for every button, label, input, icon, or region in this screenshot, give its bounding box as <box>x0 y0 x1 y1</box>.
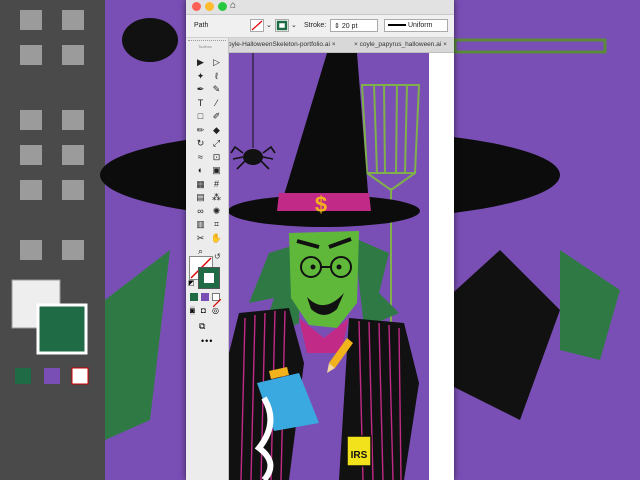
close-window-button[interactable] <box>192 2 201 11</box>
stroke-weight-field[interactable]: ⇕ 20 pt <box>330 19 378 32</box>
witch-illustration: $ IRS <box>229 53 454 480</box>
stroke-profile-dropdown[interactable]: Uniform <box>384 19 448 32</box>
screen-mode-icon[interactable]: ⧉ <box>199 321 205 332</box>
stroke-color-dropdown[interactable] <box>275 19 289 32</box>
close-tab-icon[interactable]: × <box>332 41 336 48</box>
warp-tool[interactable]: ≈ <box>194 151 207 164</box>
tab-papyrus-halloween[interactable]: × coyle_papyrus_halloween.ai × <box>354 41 447 48</box>
magic-wand-tool[interactable]: ✦ <box>194 70 207 83</box>
hatband-dollar-sign: $ <box>315 192 327 217</box>
scale-tool[interactable]: ⤢ <box>210 137 223 150</box>
no-fill-icon <box>251 20 263 31</box>
lasso-tool[interactable]: ℓ <box>210 70 223 83</box>
selection-tool[interactable]: ▶ <box>194 56 207 69</box>
close-tab-icon[interactable]: × <box>354 41 358 48</box>
stepper-icon[interactable]: ⇕ <box>334 23 340 30</box>
line-tool[interactable]: ⁄ <box>210 97 223 110</box>
eraser-tool[interactable]: ◆ <box>210 124 223 137</box>
tab-halloween-skeleton[interactable]: oyle-HalloweenSkeleton-portfolio.ai × <box>228 41 336 48</box>
paintbrush-tool[interactable]: ✐ <box>210 110 223 123</box>
shape-builder-tool[interactable]: ◐ <box>194 164 207 177</box>
home-icon[interactable]: ⌂ <box>230 0 236 11</box>
draw-inside-icon[interactable]: ◎ <box>212 306 219 315</box>
stroke-profile-line-icon <box>388 24 406 27</box>
column-graph-tool[interactable]: ▥ <box>194 218 207 231</box>
close-tab-icon[interactable]: × <box>443 41 447 48</box>
slice-tool[interactable]: ✂ <box>194 232 207 245</box>
swap-fill-stroke-icon[interactable]: ↺ <box>214 252 221 261</box>
stroke-swatch-icon <box>276 20 288 31</box>
eyedropper-tool[interactable]: ⁂ <box>210 191 223 204</box>
tab-label: coyle_papyrus_halloween.ai <box>359 41 442 48</box>
tools-panel: Toolbox ▶ ▷ ✦ ℓ ✒ ✎ T ⁄ □ ✐ ✏ ◆ ↻ ⤢ ≈ ⊡ ◐ ▣ ▦ # ▤ ⁂ ∞ ✺ ▥ ⌗ ✂ ✋ ⌕ ↺ … <box>186 38 229 480</box>
default-colors-icon[interactable]: ◩ <box>188 279 195 287</box>
artboard-tool[interactable]: ⌗ <box>210 218 223 231</box>
pen-tool[interactable]: ✒ <box>194 83 207 96</box>
document-tabs: oyle-HalloweenSkeleton-portfolio.ai × × … <box>228 38 454 53</box>
direct-selection-tool[interactable]: ▷ <box>210 56 223 69</box>
title-bar: ⌂ <box>186 0 454 15</box>
control-bar: Path ⌄ ⌄ Stroke: ⇕ 20 pt Uniform <box>186 15 454 38</box>
symbol-sprayer-tool[interactable]: ✺ <box>210 205 223 218</box>
selection-type-label: Path <box>194 22 209 29</box>
hand-tool[interactable]: ✋ <box>210 232 223 245</box>
free-transform-tool[interactable]: ⊡ <box>210 151 223 164</box>
pencil-tool[interactable]: ✏ <box>194 124 207 137</box>
none-mode-button[interactable] <box>212 293 222 308</box>
fill-color-dropdown[interactable] <box>250 19 264 32</box>
chevron-down-icon[interactable]: ⌄ <box>291 21 297 29</box>
minimize-window-button[interactable] <box>205 2 214 11</box>
draw-normal-icon[interactable]: ◙ <box>190 306 195 315</box>
stroke-swatch[interactable] <box>198 267 220 289</box>
stroke-profile-value: Uniform <box>407 22 433 29</box>
mesh-tool[interactable]: # <box>210 178 223 191</box>
tools-panel-title: Toolbox <box>198 44 212 49</box>
gradient-mode-button[interactable] <box>201 293 209 301</box>
live-paint-tool[interactable]: ▣ <box>210 164 223 177</box>
artboard-canvas[interactable]: $ IRS <box>229 53 454 480</box>
perspective-grid-tool[interactable]: ▦ <box>194 178 207 191</box>
color-mode-button[interactable] <box>190 293 198 301</box>
chevron-down-icon[interactable]: ⌄ <box>266 21 272 29</box>
illustrator-window: ⌂ Path ⌄ ⌄ Stroke: ⇕ 20 pt Uniform oyle-… <box>186 0 454 480</box>
rotate-tool[interactable]: ↻ <box>194 137 207 150</box>
draw-behind-icon[interactable]: ◘ <box>201 306 206 315</box>
stroke-label: Stroke: <box>304 22 327 29</box>
stroke-weight-value: 20 pt <box>341 23 358 30</box>
type-tool[interactable]: T <box>194 97 207 110</box>
zoom-window-button[interactable] <box>218 2 227 11</box>
blend-tool[interactable]: ∞ <box>194 205 207 218</box>
curvature-tool[interactable]: ✎ <box>210 83 223 96</box>
tab-label: oyle-HalloweenSkeleton-portfolio.ai <box>228 41 330 48</box>
more-tools-icon[interactable]: ••• <box>201 336 213 346</box>
rectangle-tool[interactable]: □ <box>194 110 207 123</box>
gradient-tool[interactable]: ▤ <box>194 191 207 204</box>
irs-badge-text: IRS <box>351 450 368 461</box>
